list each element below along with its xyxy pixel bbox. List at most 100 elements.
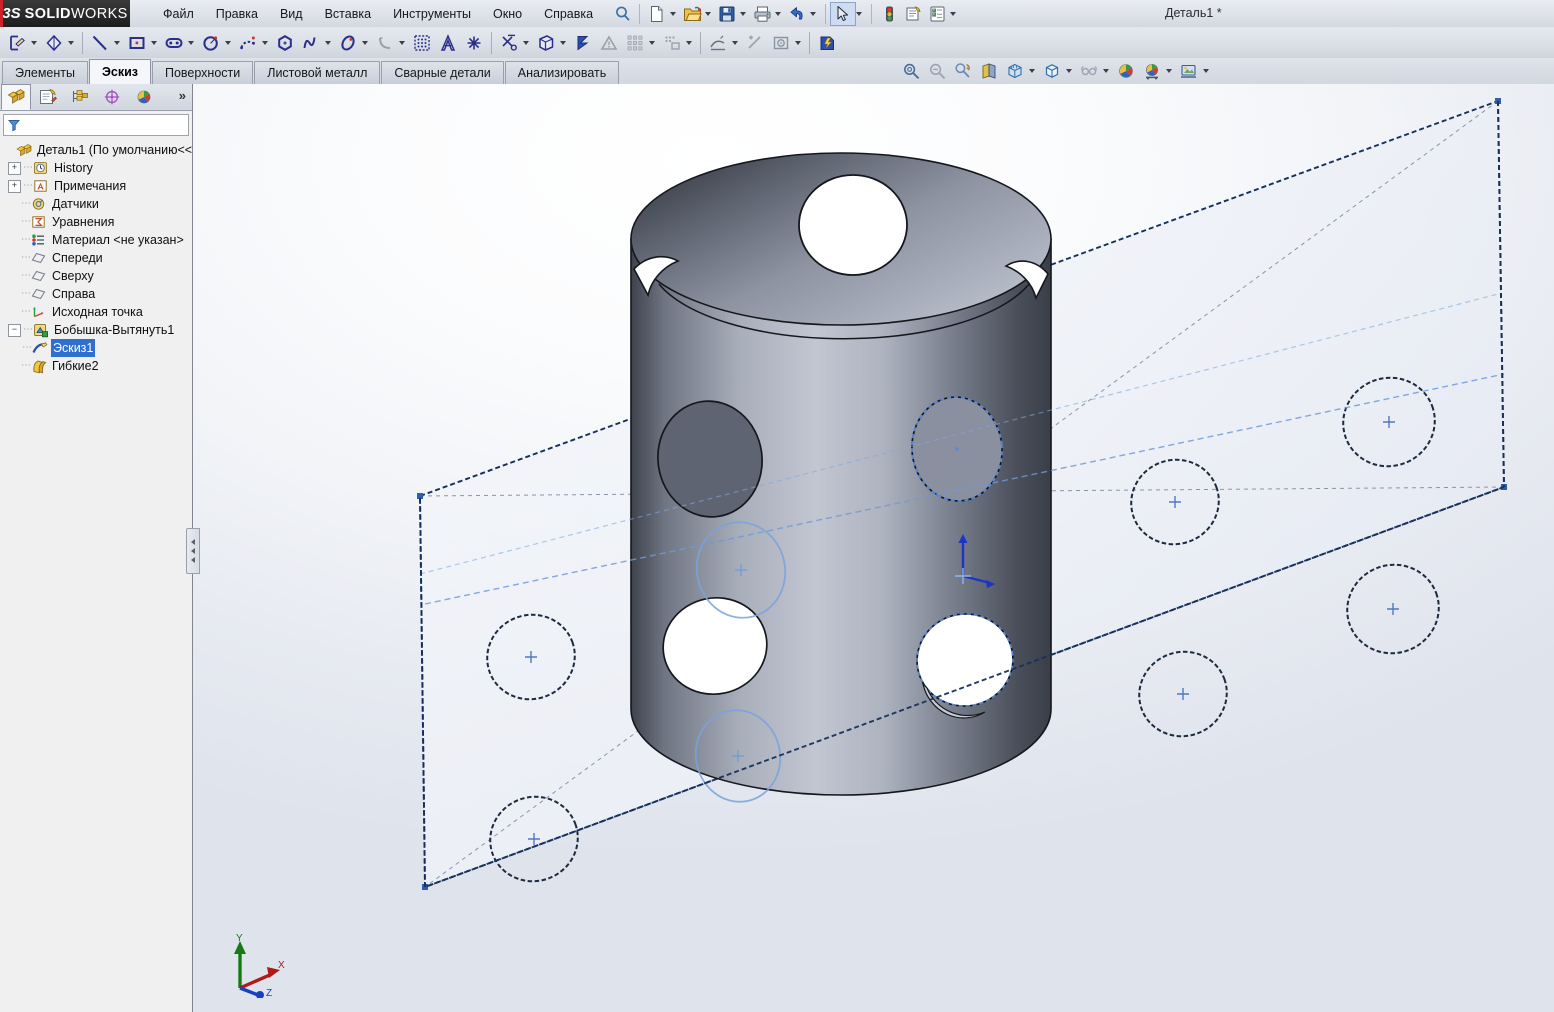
sketch-pattern-icon[interactable] [409, 30, 435, 56]
offset-entities-icon[interactable] [570, 30, 596, 56]
hide-show-items-icon[interactable] [1076, 59, 1102, 83]
move-entities-dropdown-arrow[interactable] [686, 40, 692, 45]
spline-icon[interactable] [298, 30, 324, 56]
tree-item-sketch1[interactable]: ⋯ Эскиз1 [2, 339, 192, 357]
apply-scene-icon[interactable] [1139, 59, 1165, 83]
fillet-dropdown-arrow[interactable] [399, 40, 405, 45]
section-view-icon[interactable] [976, 59, 1002, 83]
slot-icon[interactable] [161, 30, 187, 56]
edit-appearance-icon[interactable] [1113, 59, 1139, 83]
convert-entities-icon[interactable] [533, 30, 559, 56]
linear-pattern-dropdown-arrow[interactable] [649, 40, 655, 45]
spline-dropdown-arrow[interactable] [325, 40, 331, 45]
tab-surfaces[interactable]: Поверхности [151, 61, 254, 84]
tab-sheet-metal[interactable]: Листовой металл [254, 61, 381, 84]
text-icon[interactable] [435, 30, 461, 56]
solidworks-logo[interactable]: 3S SOLIDWORKS [0, 0, 130, 27]
menu-edit[interactable]: Правка [205, 3, 269, 25]
tab-evaluate[interactable]: Анализировать [504, 61, 620, 84]
trim-icon[interactable] [496, 30, 522, 56]
tree-item-material[interactable]: ⋯ Материал <не указан> [2, 231, 192, 249]
view-settings-icon[interactable] [1176, 59, 1202, 83]
repair-sketch-icon[interactable] [814, 30, 840, 56]
feature-manager-tab[interactable] [1, 84, 31, 110]
new-document-dropdown-arrow[interactable] [670, 11, 677, 16]
view-orientation-dropdown-arrow[interactable] [1029, 69, 1035, 73]
tree-item-flex[interactable]: ⋯ Гибкие2 [2, 357, 192, 375]
property-manager-tab[interactable] [33, 84, 63, 110]
point-icon[interactable] [461, 30, 487, 56]
tab-sketch[interactable]: Эскиз [88, 59, 151, 84]
print-dropdown-arrow[interactable] [775, 11, 782, 16]
configuration-manager-tab[interactable] [65, 84, 95, 110]
arc-dropdown-arrow[interactable] [262, 40, 268, 45]
search-help-icon[interactable] [610, 3, 634, 25]
view-orientation-icon[interactable] [1002, 59, 1028, 83]
rectangle-dropdown-arrow[interactable] [151, 40, 157, 45]
rebuild-icon[interactable] [877, 3, 901, 25]
quick-snaps-dropdown-arrow[interactable] [732, 40, 738, 45]
open-document-dropdown-arrow[interactable] [705, 11, 712, 16]
convert-entities-dropdown-arrow[interactable] [560, 40, 566, 45]
hide-show-items-dropdown-arrow[interactable] [1103, 69, 1109, 73]
zoom-to-fit-icon[interactable] [898, 59, 924, 83]
trim-dropdown-arrow[interactable] [523, 40, 529, 45]
save-icon[interactable] [715, 3, 739, 25]
previous-view-icon[interactable] [950, 59, 976, 83]
tree-item-origin[interactable]: ⋯ Исходная точка [2, 303, 192, 321]
display-manager-tab[interactable] [129, 84, 159, 110]
tree-item-annotations[interactable]: + ⋯ Примечания [2, 177, 192, 195]
file-properties-icon[interactable] [901, 3, 925, 25]
menu-view[interactable]: Вид [269, 3, 314, 25]
3d-sketch-icon[interactable] [41, 30, 67, 56]
apply-scene-dropdown-arrow[interactable] [1166, 69, 1172, 73]
arc-icon[interactable] [235, 30, 261, 56]
tree-item-history[interactable]: + ⋯ History [2, 159, 192, 177]
undo-icon[interactable] [785, 3, 809, 25]
tree-item-equations[interactable]: ⋯ Уравнения [2, 213, 192, 231]
tree-item-front-plane[interactable]: ⋯ Спереди [2, 249, 192, 267]
dimxpert-manager-tab[interactable] [97, 84, 127, 110]
dimension-icon[interactable] [742, 30, 768, 56]
tree-item-part[interactable]: Деталь1 (По умолчанию<<По [2, 141, 208, 159]
line-dropdown-arrow[interactable] [114, 40, 120, 45]
linear-pattern-icon[interactable] [622, 30, 648, 56]
line-icon[interactable] [87, 30, 113, 56]
expander-minus-icon[interactable]: − [8, 323, 21, 337]
save-dropdown-arrow[interactable] [740, 11, 747, 16]
expander-plus-icon[interactable]: + [8, 179, 21, 193]
tab-features[interactable]: Элементы [2, 61, 88, 84]
move-entities-icon[interactable] [659, 30, 685, 56]
menu-tools[interactable]: Инструменты [382, 3, 482, 25]
tree-item-sensors[interactable]: ⋯ Датчики [2, 195, 192, 213]
more-panel-tabs-button[interactable]: » [179, 88, 186, 103]
circle-dropdown-arrow[interactable] [225, 40, 231, 45]
fillet-icon[interactable] [372, 30, 398, 56]
polygon-icon[interactable] [272, 30, 298, 56]
tree-item-boss-extrude[interactable]: − ⋯ Бобышка-Вытянуть1 [2, 321, 192, 339]
tree-item-right-plane[interactable]: ⋯ Справа [2, 285, 192, 303]
undo-dropdown-arrow[interactable] [810, 11, 817, 16]
options-icon[interactable] [925, 3, 949, 25]
graphics-viewport[interactable]: Y X Z [193, 84, 1554, 1012]
display-style-dropdown-arrow[interactable] [1066, 69, 1072, 73]
quick-snaps-icon[interactable] [705, 30, 731, 56]
sketch-tool-icon[interactable] [4, 30, 30, 56]
ellipse-icon[interactable] [335, 30, 361, 56]
circle-icon[interactable] [198, 30, 224, 56]
feature-tree-filter[interactable] [3, 114, 189, 136]
new-document-icon[interactable] [645, 3, 669, 25]
view-settings-dropdown-arrow[interactable] [1203, 69, 1209, 73]
display-style-icon[interactable] [1039, 59, 1065, 83]
select-dropdown-arrow[interactable] [856, 11, 863, 16]
relation-icon[interactable] [768, 30, 794, 56]
options-dropdown-arrow[interactable] [950, 11, 957, 16]
zoom-to-area-icon[interactable] [924, 59, 950, 83]
tree-item-top-plane[interactable]: ⋯ Сверху [2, 267, 192, 285]
slot-dropdown-arrow[interactable] [188, 40, 194, 45]
menu-file[interactable]: Файл [152, 3, 205, 25]
print-icon[interactable] [750, 3, 774, 25]
menu-insert[interactable]: Вставка [314, 3, 382, 25]
open-document-icon[interactable] [680, 3, 704, 25]
relation-dropdown-arrow[interactable] [795, 40, 801, 45]
